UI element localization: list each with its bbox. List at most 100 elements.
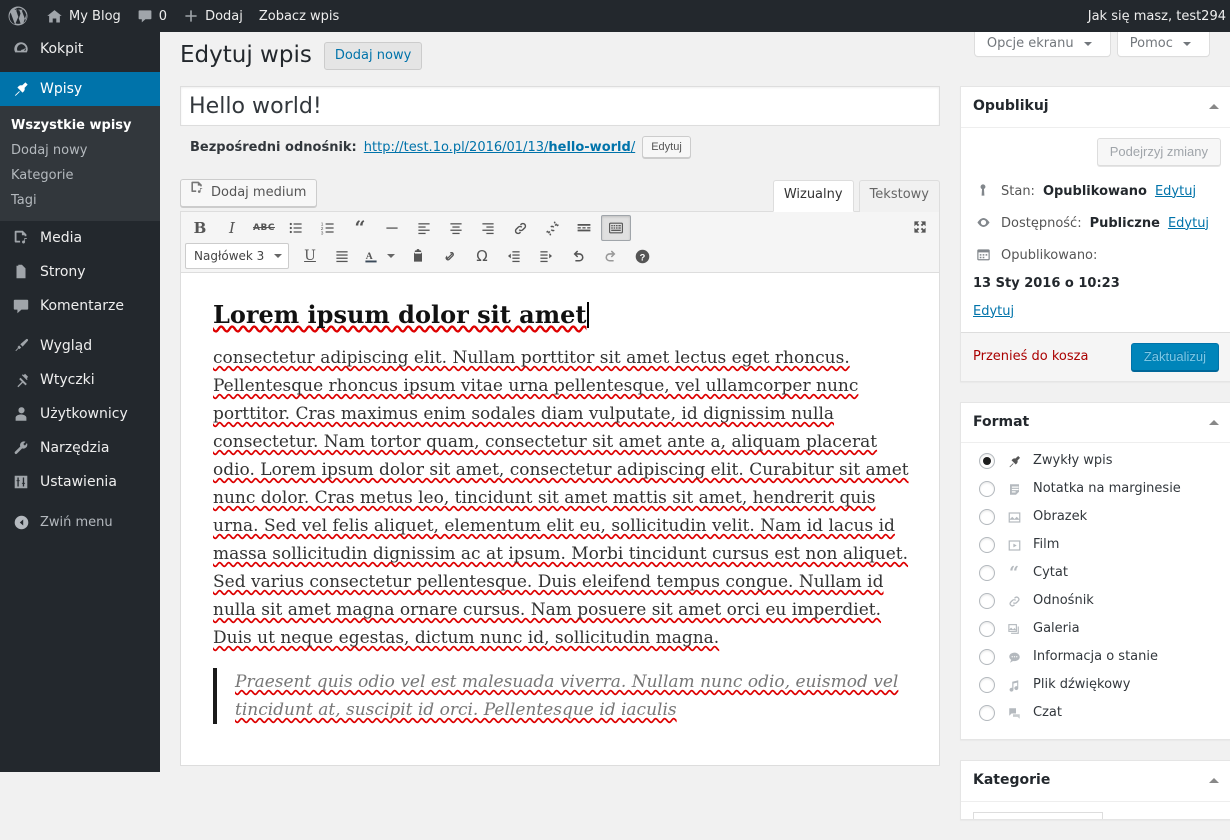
status-value: Opublikowano	[1042, 183, 1147, 199]
bold-button[interactable]: B	[185, 215, 215, 241]
undo-button[interactable]	[563, 243, 593, 269]
chevron-up-icon[interactable]	[1209, 415, 1219, 425]
collapse-menu-button[interactable]: Zwiń menu	[0, 505, 160, 539]
preview-changes-button[interactable]: Podejrzyj zmiany	[1096, 137, 1221, 166]
align-center-button[interactable]	[441, 215, 471, 241]
format-option-film[interactable]: Film	[973, 531, 1219, 559]
radio-gallery[interactable]	[979, 621, 995, 638]
permalink-anchor[interactable]: http://test.1o.pl/2016/01/13/hello-world…	[364, 140, 635, 155]
sidebar-item-narzedzia[interactable]: Narzędzia	[0, 431, 160, 465]
radio-standard[interactable]	[979, 453, 995, 470]
kitchen-sink-button[interactable]	[601, 215, 631, 241]
move-to-trash-link[interactable]: Przenieś do kosza	[973, 349, 1088, 364]
format-option-zwykly-wpis[interactable]: Zwykły wpis	[973, 447, 1219, 475]
chevron-up-icon[interactable]	[1209, 773, 1219, 784]
text-color-dropdown[interactable]	[383, 243, 399, 269]
radio-quote[interactable]	[979, 565, 995, 582]
categories-box-header[interactable]: Kategorie	[961, 761, 1230, 802]
categories-tab-most-used[interactable]	[1215, 816, 1219, 819]
paragraph-format-select[interactable]: Nagłówek 3	[185, 243, 289, 269]
fullscreen-expand-icon[interactable]	[905, 214, 935, 240]
sidebar-subitem-dodaj-nowy[interactable]: Dodaj nowy	[0, 138, 160, 163]
redo-button[interactable]	[595, 243, 625, 269]
sidebar-item-wtyczki[interactable]: Wtyczki	[0, 363, 160, 397]
format-box-header[interactable]: Format	[961, 403, 1230, 444]
edit-visibility-link[interactable]: Edytuj	[1168, 214, 1209, 234]
horizontal-rule-button[interactable]	[377, 215, 407, 241]
align-right-button[interactable]	[473, 215, 503, 241]
permalink-link[interactable]: http://test.1o.pl/2016/01/13/hello-world…	[364, 140, 635, 155]
comments-menu[interactable]: 0	[129, 0, 175, 32]
format-option-czat[interactable]: Czat	[973, 699, 1219, 727]
sidebar-subitem-kategorie[interactable]: Kategorie	[0, 163, 160, 188]
chevron-up-icon[interactable]	[1209, 99, 1219, 110]
format-option-plik-dzwiekowy[interactable]: Plik dźwiękowy	[973, 671, 1219, 699]
categories-box: Kategorie	[960, 760, 1230, 821]
blockquote-button[interactable]: “	[345, 215, 375, 241]
add-new-post-button[interactable]: Dodaj nowy	[323, 41, 423, 70]
sidebar-subitem-tagi[interactable]: Tagi	[0, 188, 160, 213]
screen-options-button[interactable]: Opcje ekranu	[973, 32, 1111, 57]
post-title-input[interactable]	[180, 86, 940, 126]
users-icon	[11, 405, 31, 423]
categories-tab-all[interactable]	[973, 811, 1103, 820]
view-post-link[interactable]: Zobacz wpis	[251, 0, 347, 32]
add-media-button[interactable]: Dodaj medium	[180, 179, 318, 207]
sidebar-item-kokpit[interactable]: Kokpit	[0, 32, 160, 66]
radio-chat[interactable]	[979, 705, 995, 722]
radio-status[interactable]	[979, 649, 995, 666]
edit-date-link[interactable]: Edytuj	[973, 302, 1221, 322]
underline-button[interactable]: U	[295, 243, 325, 269]
my-account-menu[interactable]: Jak się masz, test294	[1080, 0, 1230, 32]
sidebar-item-strony[interactable]: Strony	[0, 255, 160, 289]
edit-status-link[interactable]: Edytuj	[1155, 182, 1196, 202]
italic-button[interactable]: I	[217, 215, 247, 241]
comment-icon	[11, 297, 31, 315]
radio-aside[interactable]	[979, 481, 995, 498]
format-option-cytat[interactable]: “ Cytat	[973, 559, 1219, 587]
link-button[interactable]	[505, 215, 535, 241]
wp-logo-menu[interactable]	[0, 0, 38, 32]
outdent-button[interactable]	[499, 243, 529, 269]
format-option-odnosnik[interactable]: Odnośnik	[973, 587, 1219, 615]
pin-icon	[11, 80, 31, 98]
sidebar-item-uzytkownicy[interactable]: Użytkownicy	[0, 397, 160, 431]
publish-box-header[interactable]: Opublikuj	[961, 87, 1230, 128]
unlink-button[interactable]	[537, 215, 567, 241]
editor-content-area[interactable]: Lorem ipsum dolor sit amet consectetur a…	[181, 273, 939, 765]
help-button[interactable]: Pomoc	[1116, 32, 1210, 57]
sidebar-item-wyglad[interactable]: Wygląd	[0, 329, 160, 363]
strikethrough-button[interactable]: ABC	[249, 215, 279, 241]
read-more-button[interactable]	[569, 215, 599, 241]
align-justify-button[interactable]	[327, 243, 357, 269]
tab-tekstowy[interactable]: Tekstowy	[858, 180, 940, 212]
format-option-obrazek[interactable]: Obrazek	[973, 503, 1219, 531]
align-left-button[interactable]	[409, 215, 439, 241]
radio-link[interactable]	[979, 593, 995, 610]
bullet-list-button[interactable]	[281, 215, 311, 241]
clear-formatting-button[interactable]	[435, 243, 465, 269]
sidebar-item-wpisy[interactable]: Wpisy	[0, 72, 168, 106]
edit-slug-button[interactable]: Edytuj	[642, 136, 691, 158]
sidebar-subitem-wszystkie-wpisy[interactable]: Wszystkie wpisy	[0, 113, 160, 138]
minor-publishing-actions: Podejrzyj zmiany	[961, 128, 1230, 176]
sidebar-item-komentarze[interactable]: Komentarze	[0, 289, 160, 323]
sidebar-item-media[interactable]: Media	[0, 221, 160, 255]
update-button[interactable]: Zaktualizuj	[1130, 342, 1219, 371]
radio-video[interactable]	[979, 537, 995, 554]
new-content-menu[interactable]: Dodaj	[175, 0, 251, 32]
help-icon[interactable]: ?	[627, 243, 657, 269]
text-color-button[interactable]: A	[359, 243, 383, 269]
format-option-galeria[interactable]: Galeria	[973, 615, 1219, 643]
site-name-menu[interactable]: My Blog	[38, 0, 129, 32]
special-character-button[interactable]: Ω	[467, 243, 497, 269]
paste-as-text-button[interactable]	[403, 243, 433, 269]
tab-wizualny[interactable]: Wizualny	[772, 180, 854, 212]
radio-audio[interactable]	[979, 677, 995, 694]
format-option-informacja-o-stanie[interactable]: Informacja o stanie	[973, 643, 1219, 671]
indent-button[interactable]	[531, 243, 561, 269]
format-option-notatka-na-marginesie[interactable]: Notatka na marginesie	[973, 475, 1219, 503]
numbered-list-button[interactable]: 123	[313, 215, 343, 241]
radio-image[interactable]	[979, 509, 995, 526]
sidebar-item-ustawienia[interactable]: Ustawienia	[0, 465, 160, 499]
